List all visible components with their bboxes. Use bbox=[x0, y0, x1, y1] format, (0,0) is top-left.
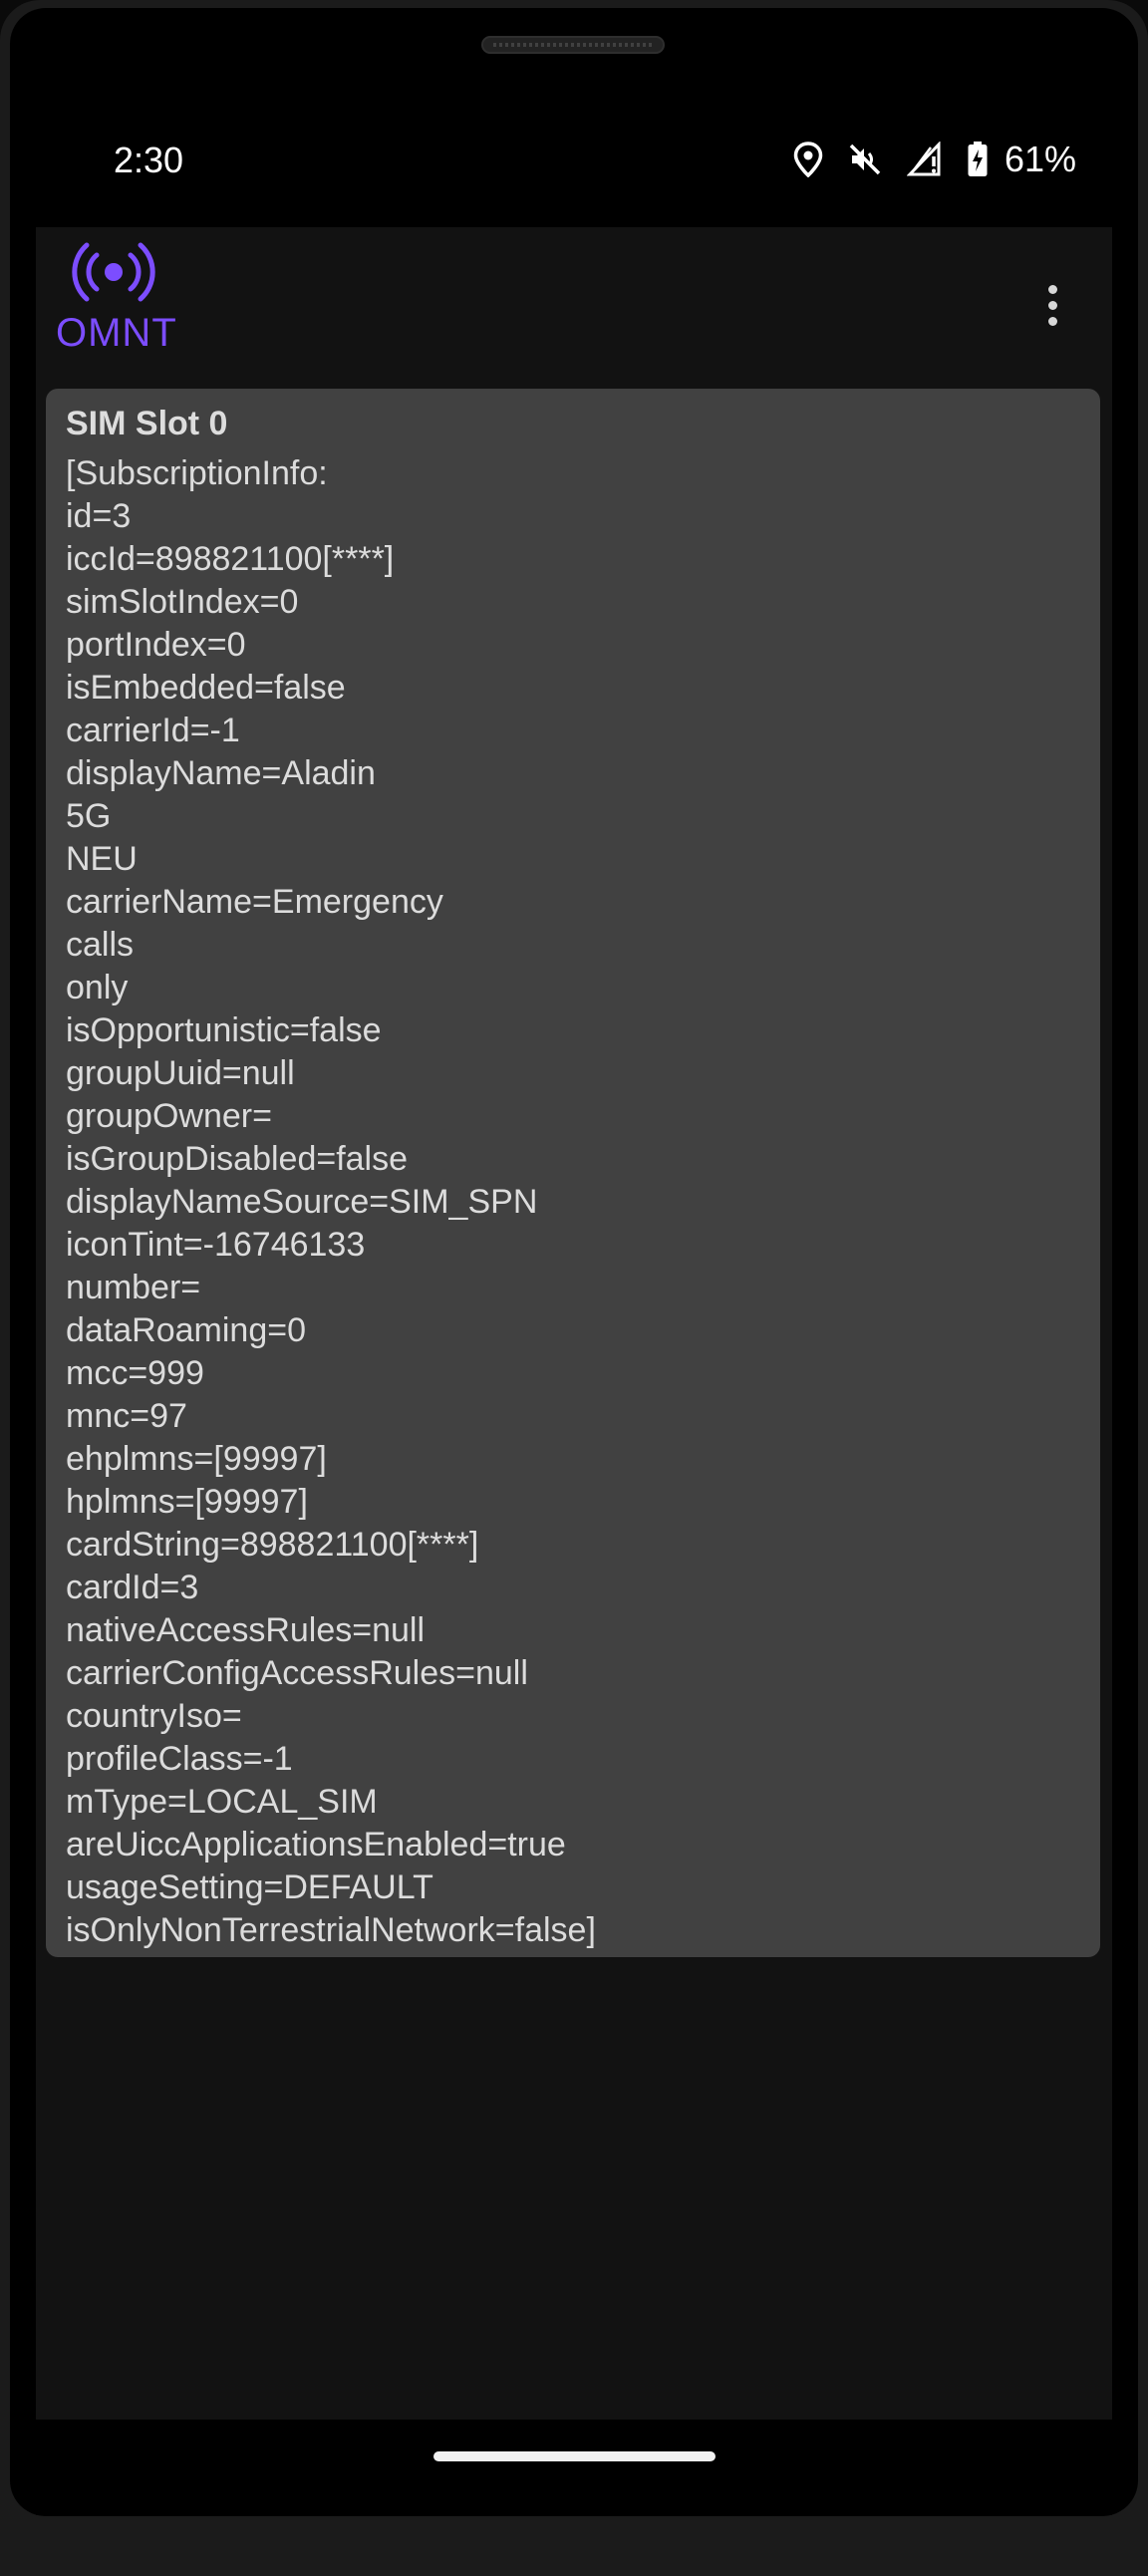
info-line: carrierName=Emergency bbox=[66, 883, 443, 921]
broadcast-icon bbox=[72, 242, 155, 302]
info-line: groupOwner= bbox=[66, 1097, 272, 1135]
battery-charging-icon bbox=[967, 141, 989, 178]
earpiece-speaker bbox=[481, 36, 665, 54]
info-line: profileClass=-1 bbox=[66, 1740, 293, 1778]
info-line: calls bbox=[66, 926, 135, 964]
home-indicator[interactable] bbox=[433, 2451, 716, 2461]
info-line: simSlotIndex=0 bbox=[66, 583, 299, 621]
info-line: [SubscriptionInfo: bbox=[66, 454, 328, 492]
battery-percentage: 61% bbox=[1004, 139, 1076, 179]
info-line: isOnlyNonTerrestrialNetwork=false] bbox=[66, 1911, 596, 1949]
status-icons: 61% bbox=[793, 138, 1076, 181]
info-line: displayName=Aladin bbox=[66, 754, 376, 792]
info-line: iccId=898821100[****] bbox=[66, 540, 395, 578]
device-frame: 2:30 61% OMNT SIM Slot 0 [SubscriptionIn… bbox=[0, 0, 1148, 2576]
info-line: NEU bbox=[66, 840, 138, 878]
info-line: carrierId=-1 bbox=[66, 712, 240, 749]
info-line: dataRoaming=0 bbox=[66, 1311, 307, 1349]
info-line: cardString=898821100[****] bbox=[66, 1526, 479, 1564]
logo-text: OMNT bbox=[56, 311, 177, 355]
info-line: only bbox=[66, 969, 129, 1006]
info-line: isGroupDisabled=false bbox=[66, 1140, 409, 1178]
vibrate-off-icon bbox=[847, 142, 883, 177]
info-line: isEmbedded=false bbox=[66, 669, 346, 707]
info-line: nativeAccessRules=null bbox=[66, 1611, 426, 1649]
sim-info-card: SIM Slot 0 [SubscriptionInfo: id=3 iccId=8… bbox=[46, 389, 1100, 1957]
signal-no-service-icon bbox=[906, 142, 943, 177]
info-line: iconTint=-16746133 bbox=[66, 1226, 366, 1264]
info-line: id=3 bbox=[66, 497, 132, 535]
status-time: 2:30 bbox=[114, 140, 184, 180]
info-line: displayNameSource=SIM_SPN bbox=[66, 1183, 538, 1221]
info-line: 5G bbox=[66, 797, 112, 835]
app-bar: OMNT bbox=[36, 227, 1112, 377]
location-icon bbox=[793, 142, 823, 177]
info-line: number= bbox=[66, 1269, 201, 1306]
gesture-nav-bar bbox=[36, 2420, 1112, 2515]
info-line: portIndex=0 bbox=[66, 626, 246, 664]
info-line: mcc=999 bbox=[66, 1354, 204, 1392]
info-line: areUiccApplicationsEnabled=true bbox=[66, 1826, 566, 1863]
info-line: carrierConfigAccessRules=null bbox=[66, 1654, 528, 1692]
info-line: groupUuid=null bbox=[66, 1054, 295, 1092]
more-vert-icon[interactable] bbox=[1032, 275, 1072, 335]
info-line: mType=LOCAL_SIM bbox=[66, 1783, 378, 1821]
info-line: cardId=3 bbox=[66, 1569, 199, 1606]
info-line: usageSetting=DEFAULT bbox=[66, 1868, 433, 1906]
info-line: ehplmns=[99997] bbox=[66, 1440, 327, 1478]
status-bar: 2:30 61% bbox=[36, 120, 1112, 199]
info-line: isOpportunistic=false bbox=[66, 1011, 382, 1049]
info-line: hplmns=[99997] bbox=[66, 1483, 308, 1521]
omnt-logo: OMNT bbox=[46, 237, 177, 367]
info-line: mnc=97 bbox=[66, 1397, 187, 1435]
subscription-info-text: [SubscriptionInfo: id=3 iccId=898821100[**… bbox=[66, 452, 1080, 1952]
info-line: countryIso= bbox=[66, 1697, 242, 1735]
app-screen: OMNT SIM Slot 0 [SubscriptionInfo: id=3 ic… bbox=[36, 227, 1112, 2420]
card-title: SIM Slot 0 bbox=[66, 405, 228, 442]
device-bottom-bezel bbox=[0, 2516, 1148, 2576]
